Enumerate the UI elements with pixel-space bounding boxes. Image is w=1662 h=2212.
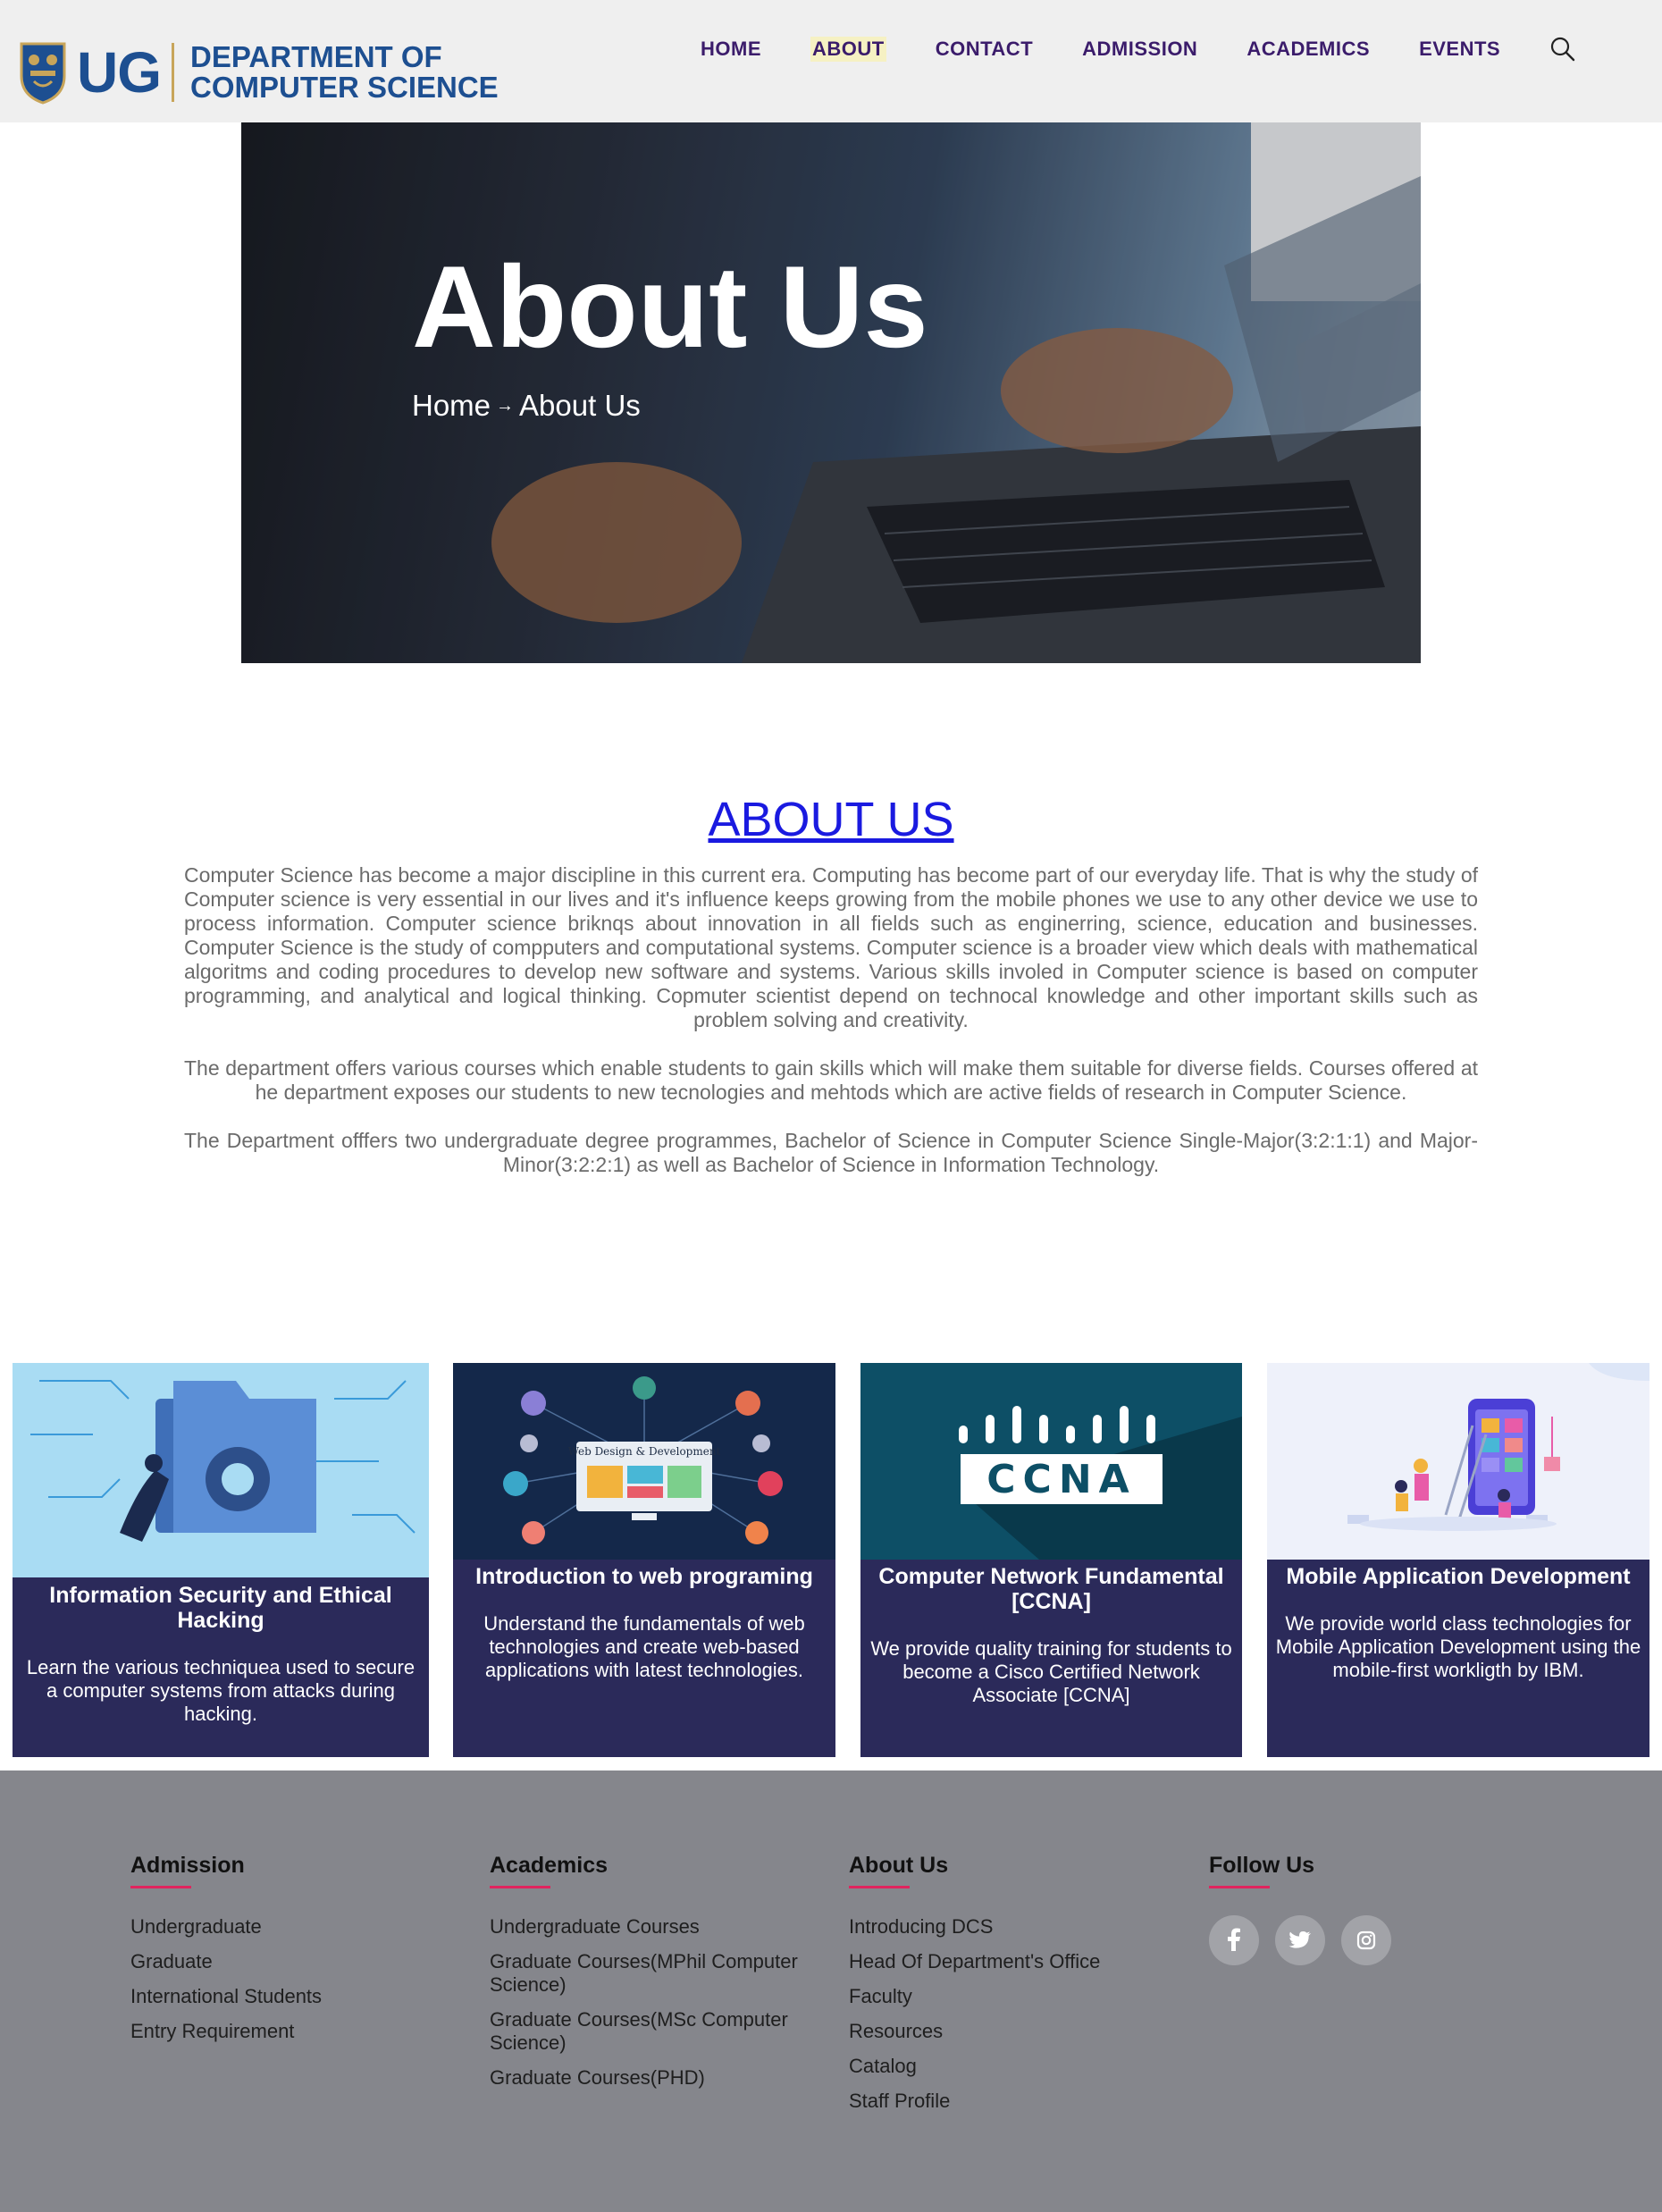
footer-col-academics: Academics Undergraduate Courses Graduate… xyxy=(490,1853,811,2101)
footer-heading-underline xyxy=(849,1886,910,1888)
footer-link[interactable]: Graduate Courses(MSc Computer Science) xyxy=(490,2008,811,2055)
course-desc: Understand the fundamentals of web techn… xyxy=(483,1612,805,1681)
footer-heading: About Us xyxy=(849,1853,949,1878)
footer-heading-underline xyxy=(130,1886,191,1888)
course-title: Information Security and Ethical Hacking xyxy=(49,1583,392,1633)
footer-link[interactable]: Graduate Courses(MPhil Computer Science) xyxy=(490,1950,811,1997)
course-cards: Information Security and Ethical Hacking… xyxy=(0,1363,1662,1757)
ug-logo[interactable]: UG DEPARTMENT OF COMPUTER SCIENCE xyxy=(18,40,499,105)
social-links xyxy=(1209,1915,1531,1965)
facebook-icon[interactable] xyxy=(1209,1915,1259,1965)
main-nav: HOME ABOUT CONTACT ADMISSION ACADEMICS E… xyxy=(701,36,1576,63)
ug-crest-icon xyxy=(18,40,68,105)
breadcrumb: Home → About Us xyxy=(412,389,641,423)
footer-link[interactable]: Head Of Department's Office xyxy=(849,1950,1171,1973)
nav-about[interactable]: ABOUT xyxy=(810,37,886,62)
footer-heading: Follow Us xyxy=(1209,1853,1315,1878)
footer-col-admission: Admission Undergraduate Graduate Interna… xyxy=(130,1853,452,2055)
about-body: Computer Science has become a major disc… xyxy=(184,863,1478,1201)
footer-link[interactable]: International Students xyxy=(130,1985,452,2008)
course-desc: We provide quality training for students… xyxy=(870,1637,1232,1706)
logo-dept-line1: DEPARTMENT OF xyxy=(190,40,442,73)
hero-title: About Us xyxy=(412,241,928,372)
instagram-icon[interactable] xyxy=(1341,1915,1391,1965)
course-card-web[interactable]: Web Design & Development Introduction to… xyxy=(453,1363,835,1757)
breadcrumb-arrow-icon: → xyxy=(496,395,515,416)
course-card-mobile[interactable]: Mobile Application Development We provid… xyxy=(1267,1363,1649,1757)
course-title: Computer Network Fundamental [CCNA] xyxy=(878,1564,1224,1614)
nav-home[interactable]: HOME xyxy=(701,37,761,62)
nav-academics[interactable]: ACADEMICS xyxy=(1246,37,1370,62)
footer-link[interactable]: Catalog xyxy=(849,2055,1171,2078)
footer-link[interactable]: Resources xyxy=(849,2020,1171,2043)
web-image-label: Web Design & Development xyxy=(568,1445,721,1458)
security-illustration xyxy=(13,1363,429,1577)
footer-heading-underline xyxy=(1209,1886,1270,1888)
footer-link[interactable]: Graduate Courses(PHD) xyxy=(490,2066,811,2090)
nav-events[interactable]: EVENTS xyxy=(1419,37,1500,62)
ccna-illustration: CCNA xyxy=(860,1363,1242,1560)
footer-link[interactable]: Undergraduate xyxy=(130,1915,452,1939)
course-title: Introduction to web programing xyxy=(475,1564,813,1589)
logo-divider xyxy=(172,43,174,102)
logo-ug-text: UG xyxy=(77,40,162,105)
about-heading[interactable]: ABOUT US xyxy=(0,793,1662,846)
ccna-image-label: CCNA xyxy=(986,1457,1136,1502)
site-header: UG DEPARTMENT OF COMPUTER SCIENCE HOME A… xyxy=(0,0,1662,122)
footer-link[interactable]: Entry Requirement xyxy=(130,2020,452,2043)
nav-admission[interactable]: ADMISSION xyxy=(1082,37,1197,62)
about-paragraph: The department offers various courses wh… xyxy=(184,1056,1478,1104)
nav-contact[interactable]: CONTACT xyxy=(936,37,1033,62)
footer-link[interactable]: Undergraduate Courses xyxy=(490,1915,811,1939)
course-card-security[interactable]: Information Security and Ethical Hacking… xyxy=(13,1363,429,1757)
course-title: Mobile Application Development xyxy=(1286,1564,1631,1589)
course-card-ccna[interactable]: CCNA Computer Network Fundamental [CCNA]… xyxy=(860,1363,1242,1757)
footer-col-about: About Us Introducing DCS Head Of Departm… xyxy=(849,1853,1171,2124)
logo-dept-text: DEPARTMENT OF COMPUTER SCIENCE xyxy=(190,42,499,103)
site-footer: Admission Undergraduate Graduate Interna… xyxy=(0,1770,1662,2212)
footer-col-follow: Follow Us xyxy=(1209,1853,1531,1965)
footer-link[interactable]: Staff Profile xyxy=(849,2090,1171,2113)
breadcrumb-current: About Us xyxy=(519,389,641,422)
web-design-illustration: Web Design & Development xyxy=(453,1363,835,1560)
about-paragraph: The Department offfers two undergraduate… xyxy=(184,1129,1478,1176)
footer-heading: Admission xyxy=(130,1853,245,1878)
footer-link[interactable]: Introducing DCS xyxy=(849,1915,1171,1939)
course-desc: We provide world class technologies for … xyxy=(1275,1612,1641,1681)
search-icon[interactable] xyxy=(1549,36,1576,63)
about-paragraph: Computer Science has become a major disc… xyxy=(184,863,1478,1031)
twitter-icon[interactable] xyxy=(1275,1915,1325,1965)
breadcrumb-home[interactable]: Home xyxy=(412,389,491,423)
course-desc: Learn the various techniquea used to sec… xyxy=(26,1656,416,1725)
footer-heading: Academics xyxy=(490,1853,609,1878)
mobile-app-illustration xyxy=(1267,1363,1649,1560)
hero-banner: About Us Home → About Us xyxy=(241,122,1421,663)
footer-link[interactable]: Faculty xyxy=(849,1985,1171,2008)
footer-heading-underline xyxy=(490,1886,550,1888)
footer-link[interactable]: Graduate xyxy=(130,1950,452,1973)
logo-dept-line2: COMPUTER SCIENCE xyxy=(190,71,499,104)
